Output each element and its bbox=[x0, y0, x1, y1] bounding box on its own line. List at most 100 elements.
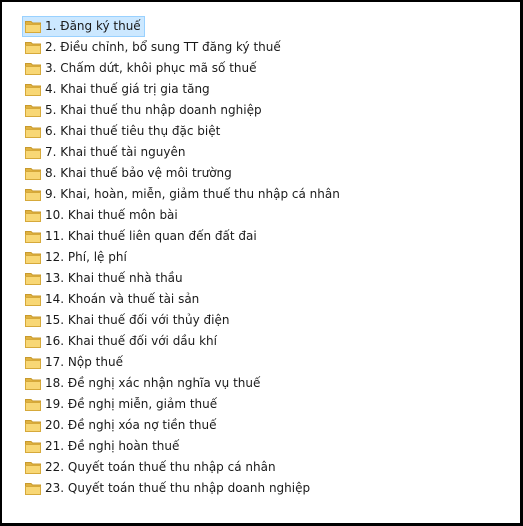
folder-icon bbox=[25, 461, 41, 474]
folder-front bbox=[25, 213, 41, 222]
folder-front bbox=[25, 234, 41, 243]
folder-icon-graphic bbox=[25, 273, 41, 285]
folder-item[interactable]: 15. Khai thuế đối với thủy điện bbox=[22, 310, 233, 331]
folder-item[interactable]: 2. Điều chỉnh, bổ sung TT đăng ký thuế bbox=[22, 37, 285, 58]
folder-front bbox=[25, 381, 41, 390]
folder-item[interactable]: 10. Khai thuế môn bài bbox=[22, 205, 182, 226]
folder-item[interactable]: 20. Đề nghị xóa nợ tiền thuế bbox=[22, 415, 221, 436]
folder-front bbox=[25, 276, 41, 285]
folder-icon bbox=[25, 335, 41, 348]
folder-front bbox=[25, 150, 41, 159]
folder-icon-graphic bbox=[25, 336, 41, 348]
folder-item[interactable]: 11. Khai thuế liên quan đến đất đai bbox=[22, 226, 261, 247]
folder-front bbox=[25, 87, 41, 96]
folder-front bbox=[25, 402, 41, 411]
folder-icon bbox=[25, 188, 41, 201]
folder-icon bbox=[25, 440, 41, 453]
folder-icon bbox=[25, 167, 41, 180]
folder-item[interactable]: 18. Đề nghị xác nhận nghĩa vụ thuế bbox=[22, 373, 264, 394]
folder-icon bbox=[25, 41, 41, 54]
folder-icon bbox=[25, 314, 41, 327]
folder-front bbox=[25, 108, 41, 117]
folder-icon-graphic bbox=[25, 168, 41, 180]
folder-label: 13. Khai thuế nhà thầu bbox=[45, 271, 183, 285]
folder-item[interactable]: 19. Đề nghị miễn, giảm thuế bbox=[22, 394, 221, 415]
folder-icon-graphic bbox=[25, 63, 41, 75]
folder-label: 10. Khai thuế môn bài bbox=[45, 208, 178, 222]
folder-icon bbox=[25, 230, 41, 243]
folder-label: 22. Quyết toán thuế thu nhập cá nhân bbox=[45, 460, 276, 474]
folder-label: 12. Phí, lệ phí bbox=[45, 250, 127, 264]
folder-label: 3. Chấm dứt, khôi phục mã số thuế bbox=[45, 61, 257, 75]
folder-item[interactable]: 4. Khai thuế giá trị gia tăng bbox=[22, 79, 214, 100]
folder-icon-graphic bbox=[25, 210, 41, 222]
folder-item[interactable]: 22. Quyết toán thuế thu nhập cá nhân bbox=[22, 457, 280, 478]
folder-icon-graphic bbox=[25, 294, 41, 306]
folder-front bbox=[25, 45, 41, 54]
folder-item[interactable]: 21. Đề nghị hoàn thuế bbox=[22, 436, 183, 457]
folder-front bbox=[25, 66, 41, 75]
folder-icon bbox=[25, 83, 41, 96]
folder-icon bbox=[25, 209, 41, 222]
folder-label: 15. Khai thuế đối với thủy điện bbox=[45, 313, 230, 327]
folder-icon bbox=[25, 482, 41, 495]
folder-label: 4. Khai thuế giá trị gia tăng bbox=[45, 82, 210, 96]
folder-icon-graphic bbox=[25, 399, 41, 411]
folder-icon-graphic bbox=[25, 441, 41, 453]
folder-label: 5. Khai thuế thu nhập doanh nghiệp bbox=[45, 103, 262, 117]
folder-item[interactable]: 5. Khai thuế thu nhập doanh nghiệp bbox=[22, 100, 266, 121]
folder-label: 18. Đề nghị xác nhận nghĩa vụ thuế bbox=[45, 376, 261, 390]
folder-label: 1. Đăng ký thuế bbox=[45, 19, 141, 33]
folder-front bbox=[25, 24, 41, 33]
folder-item[interactable]: 12. Phí, lệ phí bbox=[22, 247, 131, 268]
folder-icon bbox=[25, 125, 41, 138]
folder-front bbox=[25, 129, 41, 138]
folder-icon-graphic bbox=[25, 420, 41, 432]
folder-icon-graphic bbox=[25, 252, 41, 264]
folder-icon-graphic bbox=[25, 483, 41, 495]
folder-icon bbox=[25, 20, 41, 33]
folder-item[interactable]: 1. Đăng ký thuế bbox=[22, 16, 145, 37]
folder-label: 2. Điều chỉnh, bổ sung TT đăng ký thuế bbox=[45, 40, 281, 54]
folder-front bbox=[25, 192, 41, 201]
folder-label: 19. Đề nghị miễn, giảm thuế bbox=[45, 397, 218, 411]
folder-front bbox=[25, 486, 41, 495]
folder-front bbox=[25, 360, 41, 369]
explorer-window: 1. Đăng ký thuế 2. Điều chỉnh, bổ sung T… bbox=[0, 0, 523, 526]
folder-icon bbox=[25, 293, 41, 306]
folder-front bbox=[25, 465, 41, 474]
folder-front bbox=[25, 339, 41, 348]
folder-icon bbox=[25, 146, 41, 159]
folder-label: 11. Khai thuế liên quan đến đất đai bbox=[45, 229, 257, 243]
folder-icon-graphic bbox=[25, 147, 41, 159]
folder-icon-graphic bbox=[25, 126, 41, 138]
folder-icon bbox=[25, 251, 41, 264]
folder-icon-graphic bbox=[25, 357, 41, 369]
folder-item[interactable]: 8. Khai thuế bảo vệ môi trường bbox=[22, 163, 236, 184]
folder-label: 17. Nộp thuế bbox=[45, 355, 123, 369]
folder-icon-graphic bbox=[25, 84, 41, 96]
folder-front bbox=[25, 444, 41, 453]
folder-label: 14. Khoán và thuế tài sản bbox=[45, 292, 200, 306]
folder-label: 7. Khai thuế tài nguyên bbox=[45, 145, 186, 159]
folder-label: 23. Quyết toán thuế thu nhập doanh nghiệ… bbox=[45, 481, 311, 495]
folder-icon-graphic bbox=[25, 189, 41, 201]
folder-front bbox=[25, 171, 41, 180]
folder-item[interactable]: 3. Chấm dứt, khôi phục mã số thuế bbox=[22, 58, 261, 79]
folder-item[interactable]: 16. Khai thuế đối với dầu khí bbox=[22, 331, 221, 352]
folder-item[interactable]: 17. Nộp thuế bbox=[22, 352, 127, 373]
folder-icon bbox=[25, 377, 41, 390]
folder-label: 9. Khai, hoàn, miễn, giảm thuế thu nhập … bbox=[45, 187, 340, 201]
folder-item[interactable]: 23. Quyết toán thuế thu nhập doanh nghiệ… bbox=[22, 478, 314, 499]
folder-label: 20. Đề nghị xóa nợ tiền thuế bbox=[45, 418, 217, 432]
folder-item[interactable]: 13. Khai thuế nhà thầu bbox=[22, 268, 187, 289]
folder-item[interactable]: 6. Khai thuế tiêu thụ đặc biệt bbox=[22, 121, 224, 142]
folder-item[interactable]: 14. Khoán và thuế tài sản bbox=[22, 289, 203, 310]
folder-front bbox=[25, 423, 41, 432]
folder-icon bbox=[25, 419, 41, 432]
folder-label: 21. Đề nghị hoàn thuế bbox=[45, 439, 180, 453]
folder-item[interactable]: 7. Khai thuế tài nguyên bbox=[22, 142, 189, 163]
folder-icon bbox=[25, 356, 41, 369]
folder-icon-graphic bbox=[25, 42, 41, 54]
folder-item[interactable]: 9. Khai, hoàn, miễn, giảm thuế thu nhập … bbox=[22, 184, 344, 205]
